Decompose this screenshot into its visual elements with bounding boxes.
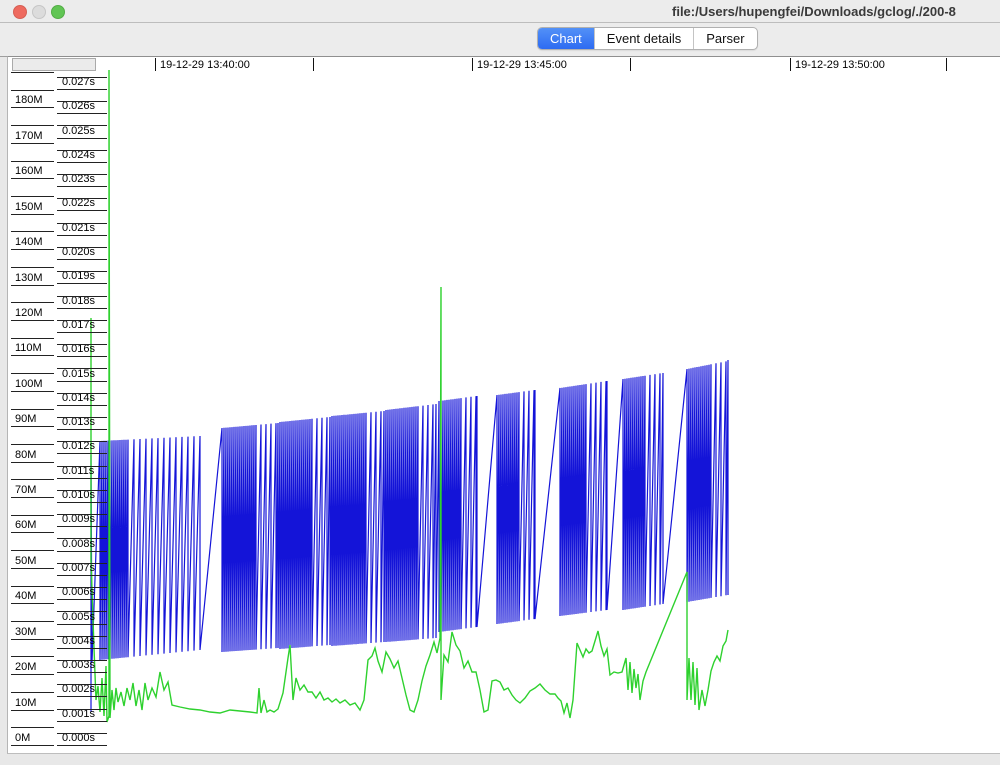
zoom-button[interactable]	[51, 5, 65, 19]
tab-group: Chart Event details Parser	[537, 27, 758, 50]
tab-chart[interactable]: Chart	[538, 28, 595, 49]
minimize-button[interactable]	[32, 5, 46, 19]
gcviewer-window: file:/Users/hupengfei/Downloads/gclog/./…	[0, 0, 1000, 765]
window-title: file:/Users/hupengfei/Downloads/gclog/./…	[672, 4, 956, 19]
title-bar: file:/Users/hupengfei/Downloads/gclog/./…	[0, 0, 1000, 23]
tab-bar: Chart Event details Parser	[0, 23, 1000, 57]
axis-corner-box	[12, 58, 96, 71]
tab-parser[interactable]: Parser	[694, 28, 756, 49]
chart-panel	[7, 56, 1000, 754]
close-button[interactable]	[13, 5, 27, 19]
tab-event-details[interactable]: Event details	[595, 28, 694, 49]
